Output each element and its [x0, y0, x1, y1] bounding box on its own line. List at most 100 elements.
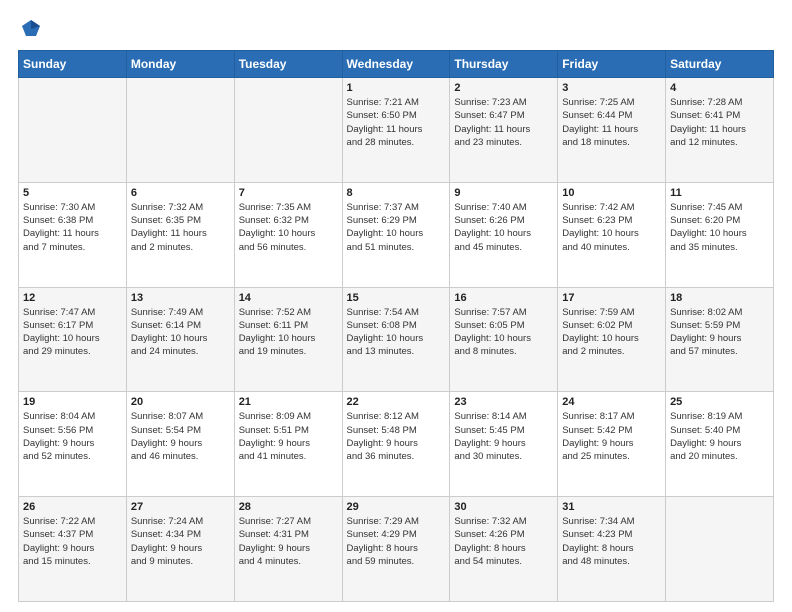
- day-info: Sunrise: 7:34 AM Sunset: 4:23 PM Dayligh…: [562, 515, 661, 568]
- day-number: 9: [454, 187, 553, 199]
- calendar-cell: 5 Sunrise: 7:30 AM Sunset: 6:38 PM Daylig…: [19, 182, 127, 287]
- day-number: 28: [239, 501, 338, 513]
- day-number: 31: [562, 501, 661, 513]
- calendar-cell: 14 Sunrise: 7:52 AM Sunset: 6:11 PM Dayli…: [234, 287, 342, 392]
- day-info: Sunrise: 7:37 AM Sunset: 6:29 PM Dayligh…: [347, 201, 446, 254]
- calendar-cell: 2Sunrise: 7:23 AM Sunset: 6:47 PM Daylig…: [450, 78, 558, 183]
- calendar-cell: 4Sunrise: 7:28 AM Sunset: 6:41 PM Daylig…: [666, 78, 774, 183]
- day-number: 18: [670, 292, 769, 304]
- logo: [18, 18, 42, 40]
- calendar-cell: 25 Sunrise: 8:19 AM Sunset: 5:40 PM Dayli…: [666, 392, 774, 497]
- calendar-cell: 13 Sunrise: 7:49 AM Sunset: 6:14 PM Dayli…: [126, 287, 234, 392]
- day-info: Sunrise: 7:22 AM Sunset: 4:37 PM Dayligh…: [23, 515, 122, 568]
- calendar-cell: 15 Sunrise: 7:54 AM Sunset: 6:08 PM Dayli…: [342, 287, 450, 392]
- day-number: 29: [347, 501, 446, 513]
- calendar-cell: 27Sunrise: 7:24 AM Sunset: 4:34 PM Dayli…: [126, 497, 234, 602]
- day-info: Sunrise: 7:45 AM Sunset: 6:20 PM Dayligh…: [670, 201, 769, 254]
- calendar-cell: 31 Sunrise: 7:34 AM Sunset: 4:23 PM Dayli…: [558, 497, 666, 602]
- day-info: Sunrise: 7:30 AM Sunset: 6:38 PM Dayligh…: [23, 201, 122, 254]
- calendar-cell: 29 Sunrise: 7:29 AM Sunset: 4:29 PM Dayli…: [342, 497, 450, 602]
- day-number: 24: [562, 396, 661, 408]
- day-number: 15: [347, 292, 446, 304]
- day-info: Sunrise: 7:32 AM Sunset: 6:35 PM Dayligh…: [131, 201, 230, 254]
- calendar-week-row: 12 Sunrise: 7:47 AM Sunset: 6:17 PM Dayli…: [19, 287, 774, 392]
- day-number: 30: [454, 501, 553, 513]
- day-info: Sunrise: 7:25 AM Sunset: 6:44 PM Dayligh…: [562, 96, 661, 149]
- calendar-cell: 30 Sunrise: 7:32 AM Sunset: 4:26 PM Dayli…: [450, 497, 558, 602]
- day-number: 25: [670, 396, 769, 408]
- day-number: 12: [23, 292, 122, 304]
- calendar-cell: 11 Sunrise: 7:45 AM Sunset: 6:20 PM Dayli…: [666, 182, 774, 287]
- day-info: Sunrise: 7:27 AM Sunset: 4:31 PM Dayligh…: [239, 515, 338, 568]
- day-info: Sunrise: 8:09 AM Sunset: 5:51 PM Dayligh…: [239, 410, 338, 463]
- day-number: 11: [670, 187, 769, 199]
- calendar-cell: 10Sunrise: 7:42 AM Sunset: 6:23 PM Dayli…: [558, 182, 666, 287]
- day-info: Sunrise: 8:07 AM Sunset: 5:54 PM Dayligh…: [131, 410, 230, 463]
- weekday-header: Saturday: [666, 51, 774, 78]
- day-number: 23: [454, 396, 553, 408]
- day-info: Sunrise: 7:23 AM Sunset: 6:47 PM Dayligh…: [454, 96, 553, 149]
- day-info: Sunrise: 7:57 AM Sunset: 6:05 PM Dayligh…: [454, 306, 553, 359]
- calendar-cell: 3Sunrise: 7:25 AM Sunset: 6:44 PM Daylig…: [558, 78, 666, 183]
- header: [18, 18, 774, 40]
- day-info: Sunrise: 7:40 AM Sunset: 6:26 PM Dayligh…: [454, 201, 553, 254]
- calendar-cell: 22 Sunrise: 8:12 AM Sunset: 5:48 PM Dayli…: [342, 392, 450, 497]
- day-info: Sunrise: 7:52 AM Sunset: 6:11 PM Dayligh…: [239, 306, 338, 359]
- day-number: 19: [23, 396, 122, 408]
- day-info: Sunrise: 8:04 AM Sunset: 5:56 PM Dayligh…: [23, 410, 122, 463]
- calendar-week-row: 5 Sunrise: 7:30 AM Sunset: 6:38 PM Daylig…: [19, 182, 774, 287]
- day-info: Sunrise: 7:49 AM Sunset: 6:14 PM Dayligh…: [131, 306, 230, 359]
- calendar-cell: 21 Sunrise: 8:09 AM Sunset: 5:51 PM Dayli…: [234, 392, 342, 497]
- day-number: 20: [131, 396, 230, 408]
- day-info: Sunrise: 8:12 AM Sunset: 5:48 PM Dayligh…: [347, 410, 446, 463]
- day-info: Sunrise: 8:02 AM Sunset: 5:59 PM Dayligh…: [670, 306, 769, 359]
- day-number: 5: [23, 187, 122, 199]
- day-number: 13: [131, 292, 230, 304]
- logo-flag-icon: [20, 18, 42, 40]
- calendar-cell: [126, 78, 234, 183]
- calendar-cell: 6 Sunrise: 7:32 AM Sunset: 6:35 PM Daylig…: [126, 182, 234, 287]
- calendar-cell: 26Sunrise: 7:22 AM Sunset: 4:37 PM Dayli…: [19, 497, 127, 602]
- calendar-week-row: 1 Sunrise: 7:21 AM Sunset: 6:50 PM Daylig…: [19, 78, 774, 183]
- day-number: 6: [131, 187, 230, 199]
- day-info: Sunrise: 7:54 AM Sunset: 6:08 PM Dayligh…: [347, 306, 446, 359]
- day-info: Sunrise: 7:32 AM Sunset: 4:26 PM Dayligh…: [454, 515, 553, 568]
- calendar-cell: 18 Sunrise: 8:02 AM Sunset: 5:59 PM Dayli…: [666, 287, 774, 392]
- day-number: 17: [562, 292, 661, 304]
- calendar-cell: 23Sunrise: 8:14 AM Sunset: 5:45 PM Dayli…: [450, 392, 558, 497]
- day-info: Sunrise: 7:42 AM Sunset: 6:23 PM Dayligh…: [562, 201, 661, 254]
- calendar-cell: 8 Sunrise: 7:37 AM Sunset: 6:29 PM Daylig…: [342, 182, 450, 287]
- day-info: Sunrise: 7:21 AM Sunset: 6:50 PM Dayligh…: [347, 96, 446, 149]
- weekday-header-row: SundayMondayTuesdayWednesdayThursdayFrid…: [19, 51, 774, 78]
- day-number: 1: [347, 82, 446, 94]
- calendar-cell: 20 Sunrise: 8:07 AM Sunset: 5:54 PM Dayli…: [126, 392, 234, 497]
- weekday-header: Sunday: [19, 51, 127, 78]
- weekday-header: Tuesday: [234, 51, 342, 78]
- calendar-cell: 16Sunrise: 7:57 AM Sunset: 6:05 PM Dayli…: [450, 287, 558, 392]
- weekday-header: Thursday: [450, 51, 558, 78]
- calendar-cell: 12 Sunrise: 7:47 AM Sunset: 6:17 PM Dayli…: [19, 287, 127, 392]
- day-number: 22: [347, 396, 446, 408]
- weekday-header: Monday: [126, 51, 234, 78]
- weekday-header: Friday: [558, 51, 666, 78]
- day-info: Sunrise: 7:28 AM Sunset: 6:41 PM Dayligh…: [670, 96, 769, 149]
- day-number: 8: [347, 187, 446, 199]
- calendar-cell: [234, 78, 342, 183]
- day-info: Sunrise: 7:35 AM Sunset: 6:32 PM Dayligh…: [239, 201, 338, 254]
- day-info: Sunrise: 8:19 AM Sunset: 5:40 PM Dayligh…: [670, 410, 769, 463]
- day-info: Sunrise: 8:17 AM Sunset: 5:42 PM Dayligh…: [562, 410, 661, 463]
- calendar-cell: 1 Sunrise: 7:21 AM Sunset: 6:50 PM Daylig…: [342, 78, 450, 183]
- day-number: 21: [239, 396, 338, 408]
- calendar-week-row: 19 Sunrise: 8:04 AM Sunset: 5:56 PM Dayli…: [19, 392, 774, 497]
- day-info: Sunrise: 7:29 AM Sunset: 4:29 PM Dayligh…: [347, 515, 446, 568]
- calendar-cell: 17 Sunrise: 7:59 AM Sunset: 6:02 PM Dayli…: [558, 287, 666, 392]
- day-number: 14: [239, 292, 338, 304]
- weekday-header: Wednesday: [342, 51, 450, 78]
- calendar-cell: 9 Sunrise: 7:40 AM Sunset: 6:26 PM Daylig…: [450, 182, 558, 287]
- calendar-cell: [666, 497, 774, 602]
- calendar-cell: 28 Sunrise: 7:27 AM Sunset: 4:31 PM Dayli…: [234, 497, 342, 602]
- day-info: Sunrise: 7:59 AM Sunset: 6:02 PM Dayligh…: [562, 306, 661, 359]
- calendar-cell: [19, 78, 127, 183]
- day-info: Sunrise: 7:47 AM Sunset: 6:17 PM Dayligh…: [23, 306, 122, 359]
- day-number: 7: [239, 187, 338, 199]
